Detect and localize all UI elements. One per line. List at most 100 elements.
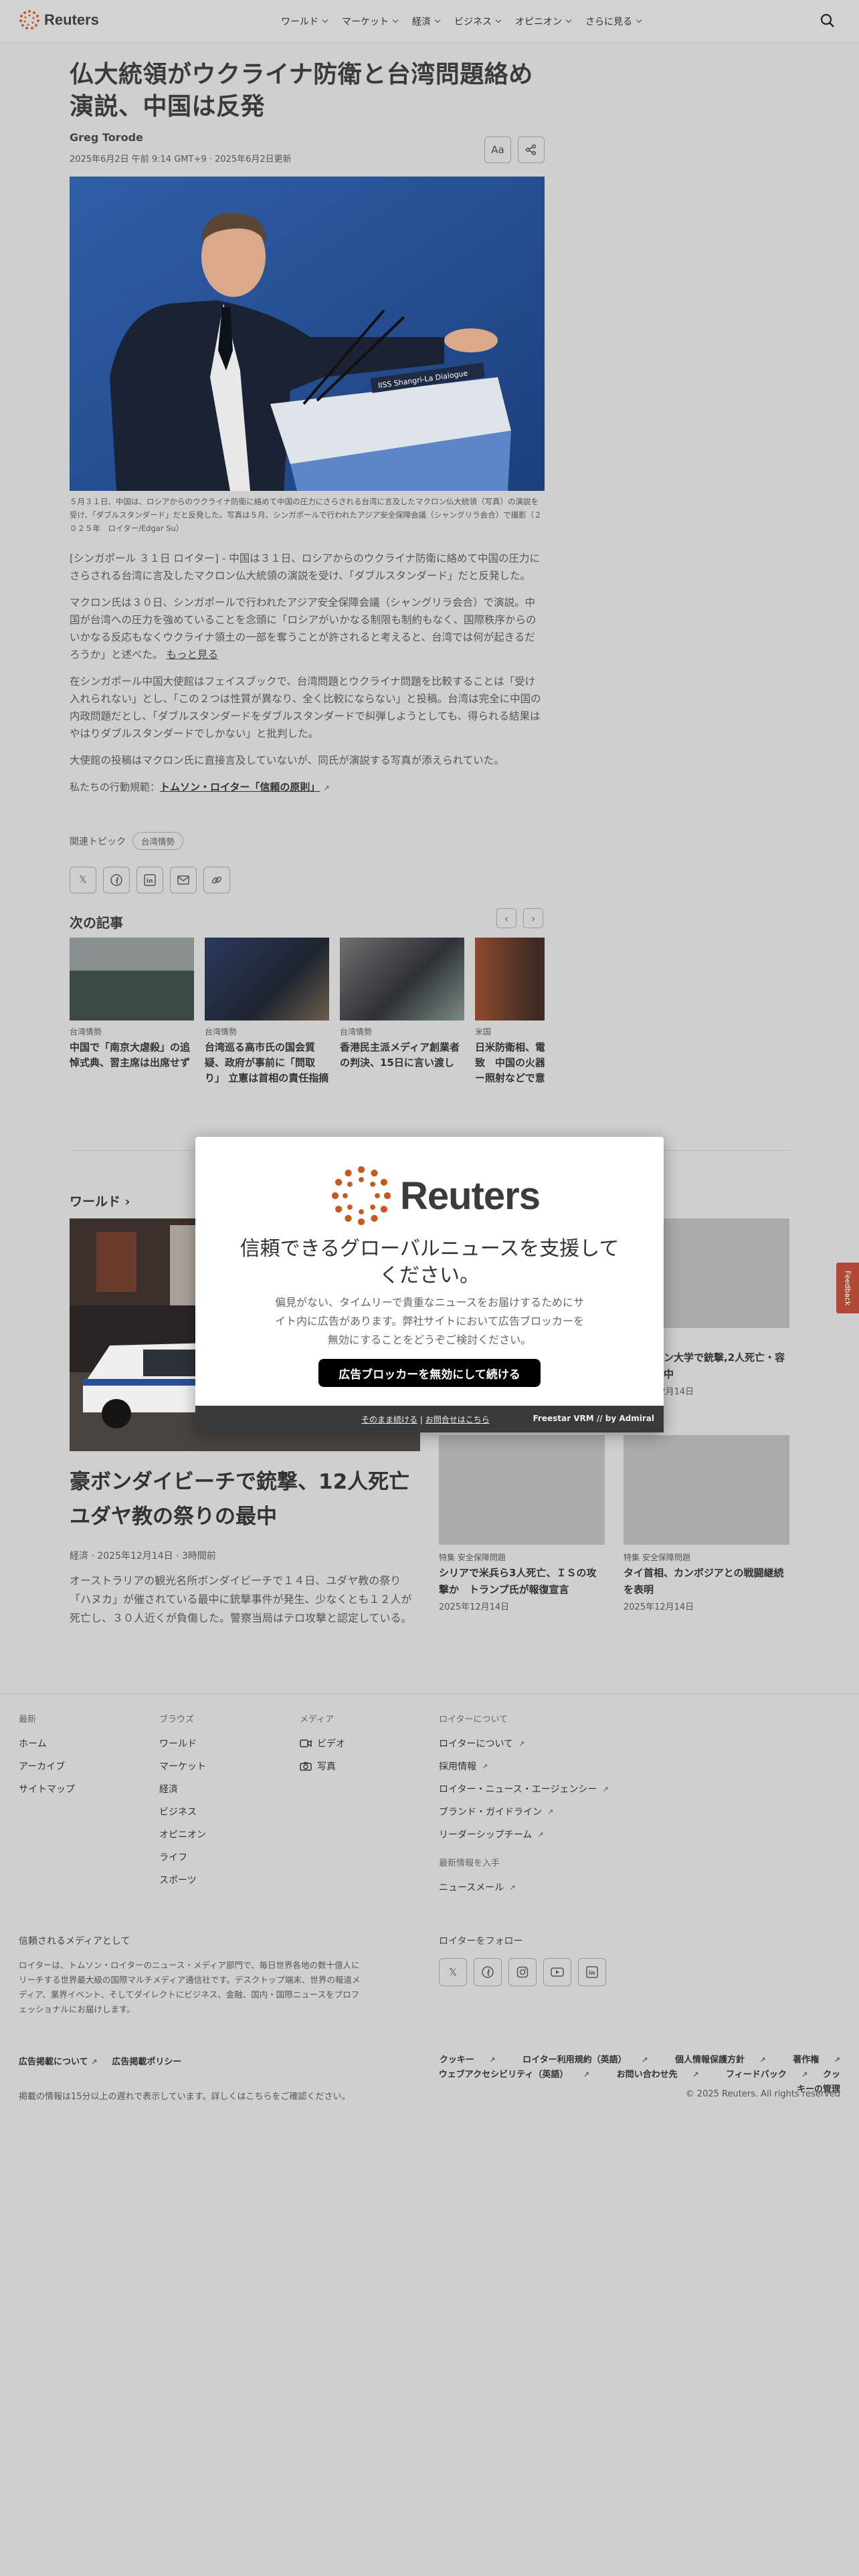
card-kicker[interactable]: 台湾情勢 [70, 1026, 194, 1037]
footer-link-photos[interactable]: 写真 [300, 1759, 345, 1773]
modal-brand: Freestar VRM // by Admiral [533, 1414, 655, 1423]
next-article-card[interactable]: 台湾情勢 香港民主派メディア創業者の判決、15日に言い渡し [340, 938, 464, 1071]
side-story-kicker[interactable]: 特集 安全保障問題 [624, 1551, 789, 1563]
nav-business[interactable]: ビジネス [454, 15, 502, 28]
side-story-title[interactable]: シリアで米兵ら3人死亡、ＩＳの攻撃か トランプ氏が報復宣言 [439, 1565, 605, 1598]
section-heading-world[interactable]: ワールド › [70, 1192, 130, 1210]
lead-story-title[interactable]: 豪ボンダイビーチで銃撃、12人死亡 ユダヤ教の祭りの最中 [70, 1465, 430, 1534]
footer-link-sitemap[interactable]: サイトマップ [19, 1782, 75, 1796]
search-button[interactable] [820, 13, 835, 31]
footer-link-contact[interactable]: お問い合わせ先 ↗ [605, 2070, 699, 2080]
share-icon [525, 144, 537, 156]
chevron-down-icon [565, 17, 572, 23]
trust-principles-link[interactable]: トムソン・ロイター「信頼の原則」 [160, 781, 320, 793]
side-story-kicker[interactable]: 特集 安全保障問題 [439, 1551, 605, 1563]
continue-anyway-link[interactable]: そのまま続ける [361, 1415, 417, 1424]
topic-pill[interactable]: 台湾情勢 [132, 832, 184, 850]
footer-link-copyright[interactable]: 著作権 ↗ [781, 2055, 840, 2065]
card-title[interactable]: 台湾巡る高市氏の国会質疑、政府が事前に「問取り」 立憲は首相の責任指摘 [205, 1040, 329, 1086]
reuters-logo-icon [331, 1166, 391, 1226]
footer-link-archive[interactable]: アーカイブ [19, 1759, 75, 1773]
chevron-down-icon [322, 17, 328, 23]
modal-links: そのまま続ける | お問合せはこちら [361, 1415, 490, 1424]
footer-link-ad-policy[interactable]: 広告掲載ポリシー [112, 2054, 181, 2067]
side-story-image [439, 1435, 605, 1545]
article-author[interactable]: Greg Torode [70, 131, 545, 144]
copy-link-button[interactable] [203, 867, 230, 893]
follow-linkedin-button[interactable]: in [578, 1958, 606, 1986]
footer-link-brand-guidelines[interactable]: ブランド・ガイドライン ↗ [439, 1805, 609, 1818]
modal-logo: Reuters [329, 1164, 541, 1228]
next-article-card[interactable]: 米国 日米防衛相、電話会談で一致 中国の火器管制レーダー照射などで意見交換 [475, 938, 545, 1086]
side-story[interactable]: 特集 安全保障問題 シリアで米兵ら3人死亡、ＩＳの攻撃か トランプ氏が報復宣言 … [439, 1435, 605, 1612]
nav-markets[interactable]: マーケット [342, 15, 399, 28]
nav-label: ワールド [281, 17, 318, 27]
footer-link-privacy[interactable]: 個人情報保護方針 ↗ [663, 2055, 766, 2065]
nav-economy[interactable]: 経済 [412, 15, 441, 28]
contact-link[interactable]: お問合せはこちら [425, 1415, 490, 1424]
carousel-next-button[interactable]: › [523, 908, 543, 928]
footer-link-accessibility[interactable]: ウェブアクセシビリティ（英語） ↗ [427, 2070, 589, 2080]
footer-link-about[interactable]: ロイターについて ↗ [439, 1737, 609, 1750]
about-text: ロイターは、トムソン・ロイターのニュース・メディア部門で、毎日世界各地の数十億人… [19, 1960, 361, 2014]
share-button[interactable] [518, 136, 545, 163]
footer-col-heading: 最新 [19, 1715, 37, 1725]
follow-instagram-button[interactable] [508, 1958, 537, 1986]
footer-link-advertise[interactable]: 広告掲載について ↗ [19, 2054, 97, 2067]
footer-link-business[interactable]: ビジネス [159, 1805, 206, 1818]
footer-link-feedback[interactable]: フィードバック ↗ [714, 2070, 808, 2080]
external-link-icon: ↗ [583, 2070, 590, 2079]
side-story[interactable]: 特集 安全保障問題 タイ首相、カンボジアとの戦闘継続を表明 2025年12月14… [624, 1435, 789, 1612]
card-kicker[interactable]: 米国 [475, 1026, 545, 1037]
reuters-logo[interactable]: Reuters [19, 9, 99, 31]
footer-link-cookies[interactable]: クッキー ↗ [427, 2055, 496, 2065]
footer-link-label: ブランド・ガイドライン [439, 1807, 542, 1818]
feedback-tab[interactable]: Feedback [836, 1263, 859, 1313]
share-facebook-button[interactable] [103, 867, 130, 893]
footer-link-terms[interactable]: ロイター利用規約（英語） ↗ [510, 2055, 648, 2065]
nav-world[interactable]: ワールド [281, 15, 328, 28]
disable-adblock-button[interactable]: 広告ブロッカーを無効にして続ける [318, 1359, 541, 1387]
nav-more[interactable]: さらに見る [585, 15, 642, 28]
card-title[interactable]: 日米防衛相、電話会談で一致 中国の火器管制レーダー照射などで意見交換 [475, 1040, 545, 1086]
facebook-icon [110, 874, 122, 886]
follow-facebook-button[interactable] [474, 1958, 502, 1986]
footer-link-careers[interactable]: 採用情報 ↗ [439, 1759, 609, 1773]
logo-text: Reuters [44, 11, 99, 28]
footer-link-economy[interactable]: 経済 [159, 1782, 206, 1796]
topics-label: 関連トピック [70, 836, 126, 847]
footer-link-markets[interactable]: マーケット [159, 1759, 206, 1773]
next-article-card[interactable]: 台湾情勢 中国で「南京大虐殺」の追悼式典、習主席は出席せず [70, 938, 194, 1071]
footer-link-opinion[interactable]: オピニオン [159, 1828, 206, 1841]
card-image [340, 938, 464, 1021]
card-title[interactable]: 香港民主派メディア創業者の判決、15日に言い渡し [340, 1040, 464, 1071]
footer-link-leadership[interactable]: リーダーシップチーム ↗ [439, 1828, 609, 1841]
article-photo[interactable]: IISS Shangri-La Dialogue [70, 177, 545, 491]
footer-link-video[interactable]: ビデオ [300, 1737, 345, 1750]
card-kicker[interactable]: 台湾情勢 [205, 1026, 329, 1037]
share-linkedin-button[interactable]: in [136, 867, 163, 893]
read-more-link[interactable]: もっと見る [166, 649, 218, 661]
nav-opinion[interactable]: オピニオン [515, 15, 572, 28]
footer-link-newsletter[interactable]: ニュースメール ↗ [439, 1881, 609, 1894]
share-email-button[interactable] [170, 867, 197, 893]
carousel-prev-button[interactable]: ‹ [496, 908, 516, 928]
share-x-button[interactable]: 𝕏 [70, 867, 96, 893]
article-tools: Aa [484, 136, 545, 163]
footer-link-sports[interactable]: スポーツ [159, 1873, 206, 1887]
footer-link-label: 広告掲載について [19, 2057, 88, 2067]
footer-link-life[interactable]: ライフ [159, 1850, 206, 1864]
footer-link-world[interactable]: ワールド [159, 1737, 206, 1750]
card-kicker[interactable]: 台湾情勢 [340, 1026, 464, 1037]
next-article-card[interactable]: 台湾情勢 台湾巡る高市氏の国会質疑、政府が事前に「問取り」 立憲は首相の責任指摘 [205, 938, 329, 1086]
nav-label: さらに見る [585, 17, 632, 27]
follow-heading: ロイターをフォロー [439, 1936, 523, 1947]
card-title[interactable]: 中国で「南京大虐殺」の追悼式典、習主席は出席せず [70, 1040, 194, 1071]
footer-link-news-agency[interactable]: ロイター・ニュース・エージェンシー ↗ [439, 1782, 609, 1796]
footer-link-home[interactable]: ホーム [19, 1737, 75, 1750]
nav-label: ビジネス [454, 17, 492, 27]
follow-youtube-button[interactable] [543, 1958, 571, 1986]
follow-x-button[interactable]: 𝕏 [439, 1958, 467, 1986]
text-size-button[interactable]: Aa [484, 136, 511, 163]
side-story-title[interactable]: タイ首相、カンボジアとの戦闘継続を表明 [624, 1565, 789, 1598]
